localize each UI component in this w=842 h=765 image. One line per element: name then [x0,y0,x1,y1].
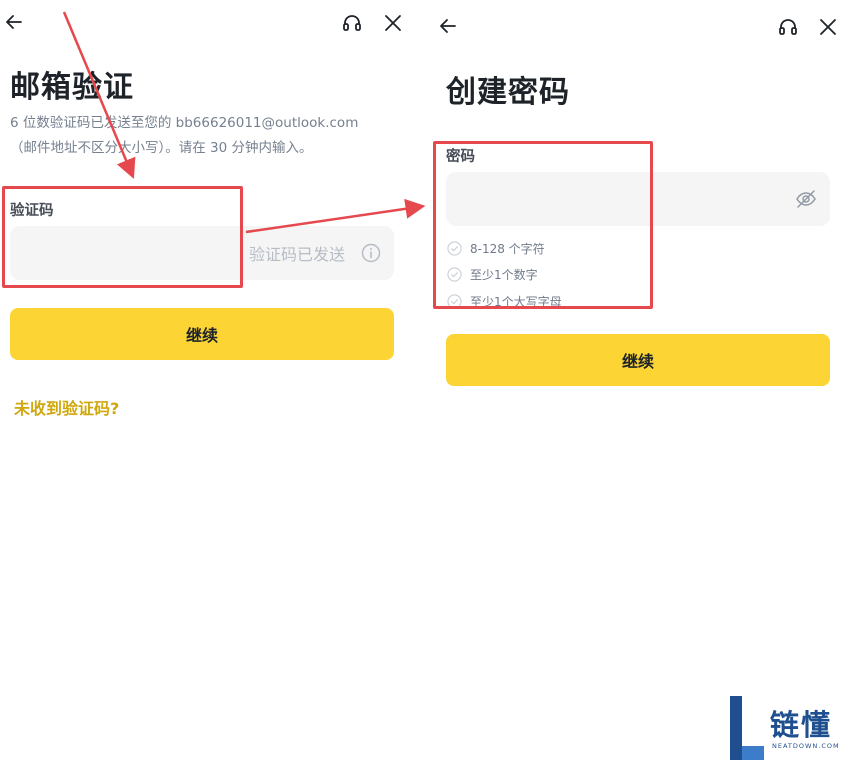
back-button[interactable] [438,16,458,36]
logo-mark-icon [730,696,764,760]
support-button[interactable] [777,16,799,38]
continue-button[interactable]: 继续 [446,334,830,386]
description-line-2: （邮件地址不区分大小写）。请在 30 分钟内输入。 [10,140,313,156]
check-circle-icon [447,267,462,282]
continue-button[interactable]: 继续 [10,308,394,360]
back-arrow-icon [440,19,456,33]
password-label: 密码 [446,149,475,165]
close-button[interactable] [818,17,838,37]
password-rule: 8-128 个字符 [447,235,562,261]
code-sent-hint: 验证码已发送 [249,245,346,264]
password-rule: 至少1个数字 [447,261,562,288]
back-arrow-icon [6,15,22,29]
page-title: 邮箱验证 [10,70,134,105]
check-circle-icon [447,240,462,256]
eye-off-icon[interactable] [795,188,817,210]
password-rule-text: 至少1个数字 [470,268,538,282]
page-title: 创建密码 [446,75,570,110]
support-button[interactable] [341,12,363,34]
password-rules: 8-128 个字符 至少1个数字 至少1个大写字母 [447,235,562,314]
headset-icon [779,19,797,35]
watermark-domain: NEATDOWN.COM [772,742,840,750]
watermark-name: 链懂 [770,708,833,742]
info-icon[interactable] [361,243,381,263]
close-icon [820,19,836,35]
description-line-1: 6 位数验证码已发送至您的 bb66626011@outlook.com [10,115,359,131]
password-rule: 至少1个大写字母 [447,288,562,314]
password-rule-text: 至少1个大写字母 [470,294,562,309]
headset-icon [343,15,361,31]
close-icon [385,15,401,31]
code-label: 验证码 [10,203,54,219]
code-input-container[interactable]: 验证码已发送 [10,226,394,280]
watermark-logo: 链懂 NEATDOWN.COM [728,694,840,762]
password-rule-text: 8-128 个字符 [470,241,545,256]
password-input-container[interactable] [446,172,830,226]
check-circle-icon [447,293,462,309]
close-button[interactable] [383,13,403,33]
resend-code-link[interactable]: 未收到验证码? [14,395,119,419]
back-button[interactable] [4,12,24,32]
